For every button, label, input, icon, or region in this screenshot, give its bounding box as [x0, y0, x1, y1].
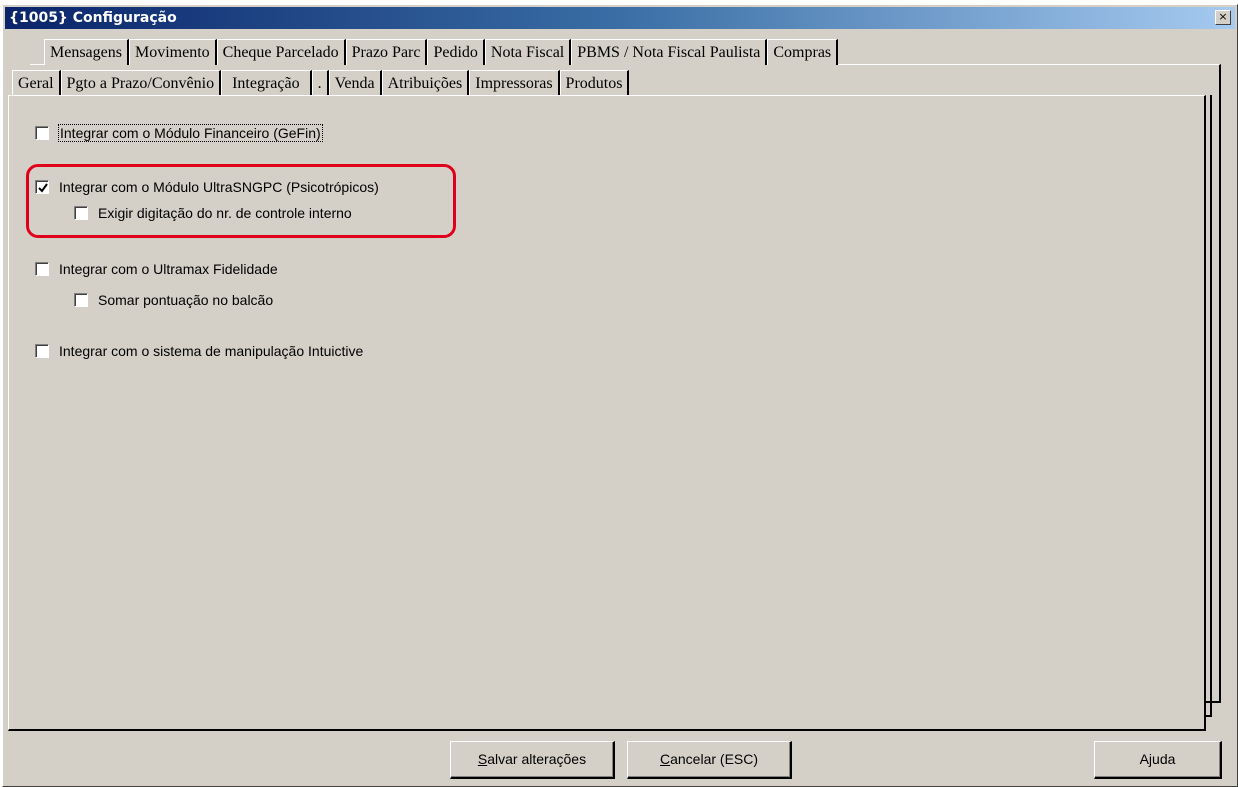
help-label: Ajuda	[1139, 751, 1176, 767]
controle-interno-label: Exigir digitação do nr. de controle inte…	[98, 205, 352, 221]
title-bar: {1005} Configuração ×	[5, 7, 1235, 29]
controle-interno-checkbox[interactable]	[74, 206, 88, 220]
tab-pgto-a-prazo-convenio[interactable]: Pgto a Prazo/Convênio	[60, 70, 222, 96]
tab-venda[interactable]: Venda	[328, 70, 382, 96]
tab-compras[interactable]: Compras	[767, 39, 839, 65]
save-accelerator: S	[477, 751, 488, 767]
tab-strip-back: Mensagens Movimento Cheque Parcelado Pra…	[44, 39, 839, 65]
cancel-accelerator: C	[659, 751, 671, 767]
fidelidade-label: Integrar com o Ultramax Fidelidade	[59, 261, 278, 277]
option-pontuacao[interactable]: Somar pontuação no balcão	[74, 292, 273, 308]
tab-movimento[interactable]: Movimento	[128, 39, 217, 65]
gefin-checkbox[interactable]	[35, 126, 49, 140]
window-title: {1005} Configuração	[9, 10, 177, 26]
pontuacao-label: Somar pontuação no balcão	[98, 292, 274, 308]
tab-pedido[interactable]: Pedido	[427, 39, 485, 65]
pontuacao-checkbox[interactable]	[74, 293, 88, 307]
fidelidade-checkbox[interactable]	[35, 262, 49, 276]
save-button[interactable]: Salvar alterações	[450, 741, 615, 779]
check-icon	[38, 183, 48, 193]
cancel-label: ancelar (ESC)	[670, 751, 759, 767]
intuictive-label: Integrar com o sistema de manipulação In…	[59, 343, 364, 359]
tab-atribuicoes[interactable]: Atribuições	[381, 70, 470, 96]
save-label: alvar alterações	[487, 751, 587, 767]
option-gefin[interactable]: Integrar com o Módulo Financeiro (GeFin)	[35, 124, 323, 142]
tab-pbms-nota-fiscal-paulista[interactable]: PBMS / Nota Fiscal Paulista	[571, 39, 768, 65]
tab-impressoras[interactable]: Impressoras	[469, 70, 560, 96]
help-button[interactable]: Ajuda	[1094, 741, 1222, 779]
option-fidelidade[interactable]: Integrar com o Ultramax Fidelidade	[35, 261, 278, 277]
sngpc-label: Integrar com o Módulo UltraSNGPC (Psicot…	[59, 179, 379, 195]
sngpc-checkbox[interactable]	[35, 180, 49, 194]
tab-mensagens[interactable]: Mensagens	[44, 39, 129, 65]
tab-cheque-parcelado[interactable]: Cheque Parcelado	[216, 39, 346, 65]
close-button[interactable]: ×	[1215, 10, 1231, 25]
cancel-button[interactable]: Cancelar (ESC)	[627, 741, 792, 779]
tab-integracao[interactable]: Integração	[221, 70, 312, 96]
tab-produtos[interactable]: Produtos	[559, 70, 630, 96]
intuictive-checkbox[interactable]	[35, 344, 49, 358]
gefin-label: Integrar com o Módulo Financeiro (GeFin)	[58, 124, 323, 142]
highlight-annotation	[26, 164, 456, 238]
tab-geral[interactable]: Geral	[12, 70, 61, 96]
tab-dot[interactable]: .	[311, 70, 329, 96]
tab-prazo-parc[interactable]: Prazo Parc	[345, 39, 428, 65]
option-sngpc[interactable]: Integrar com o Módulo UltraSNGPC (Psicot…	[35, 179, 379, 195]
option-controle-interno[interactable]: Exigir digitação do nr. de controle inte…	[74, 205, 352, 221]
tab-nota-fiscal[interactable]: Nota Fiscal	[484, 39, 572, 65]
close-icon: ×	[1218, 10, 1228, 23]
tab-strip-front: Geral Pgto a Prazo/Convênio Integração .…	[12, 70, 630, 96]
option-intuictive[interactable]: Integrar com o sistema de manipulação In…	[35, 343, 363, 359]
